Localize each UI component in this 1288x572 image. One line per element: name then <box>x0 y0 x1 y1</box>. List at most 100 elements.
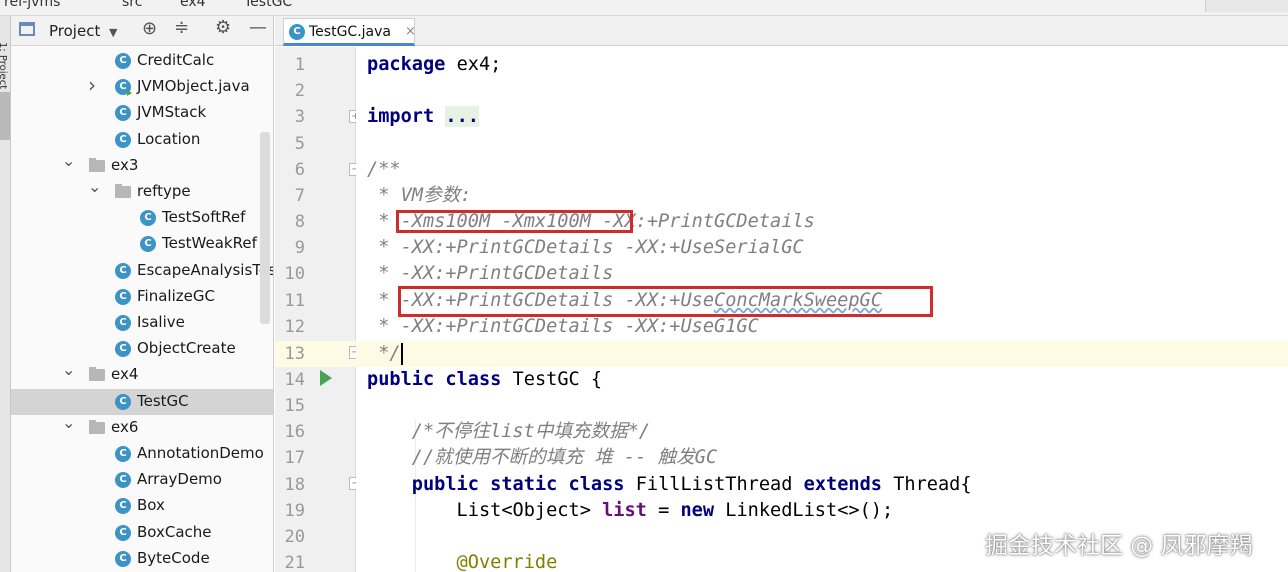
tab-label: TestGC.java <box>309 24 391 40</box>
line-number: 21 <box>284 553 305 572</box>
chevron-down-icon[interactable]: ⌄ <box>62 151 75 170</box>
tree-item[interactable]: C Box <box>11 493 273 519</box>
line-number: 14 <box>284 370 305 390</box>
code-line-1: package ex4; <box>367 54 502 75</box>
chevron-down-icon[interactable]: ▼ <box>109 24 117 42</box>
tree-item-label: ArrayDemo <box>137 470 222 489</box>
tree-item-label: BoxCache <box>137 522 212 541</box>
tree-item[interactable]: C AnnotationDemo <box>11 441 273 467</box>
tree-item-label: ByteCode <box>137 548 210 567</box>
tree-item-label: TestSoftRef <box>162 208 246 227</box>
java-class-icon: C <box>115 262 131 279</box>
tree-item[interactable]: ⌄ ex3 <box>11 151 273 179</box>
highlight-box-cms-flags <box>398 286 933 317</box>
tree-item-label: FinalizeGC <box>137 286 215 305</box>
line-number: 19 <box>284 501 305 521</box>
chevron-down-icon[interactable]: ⌄ <box>88 177 101 196</box>
breadcrumb-file[interactable]: TestGC <box>244 0 292 10</box>
project-scrollbar[interactable] <box>260 132 270 324</box>
package-folder-icon <box>89 367 105 382</box>
code-line-7: * VM参数: <box>367 185 472 206</box>
line-number: 13 <box>284 344 305 364</box>
tree-item[interactable]: C Location <box>11 127 273 153</box>
watermark-text: 掘金技术社区 @ 凤邪摩羯 <box>985 533 1253 559</box>
project-tool-label[interactable]: 1: Project <box>0 42 8 89</box>
code-line-13: */ <box>367 342 403 365</box>
code-line-3: import ... <box>367 106 479 127</box>
editor-gutter: 12356789101112131415161718192021 + − − − <box>275 47 362 572</box>
code-line-6: /** <box>367 159 401 180</box>
tree-item[interactable]: ⌄ reftype <box>11 177 273 205</box>
tool-strip-scrollbar[interactable] <box>0 92 10 140</box>
java-class-icon: C <box>115 105 131 122</box>
caret-line-highlight <box>356 341 1288 367</box>
chevron-right-icon[interactable]: › <box>88 73 96 97</box>
chevron-down-icon[interactable]: ⌄ <box>62 413 75 432</box>
code-line-12: * -XX:+PrintGCDetails -XX:+UseG1GC <box>367 316 759 337</box>
java-class-icon: C <box>115 341 131 358</box>
tree-item[interactable]: ⌄ ex6 <box>11 413 273 441</box>
tree-item[interactable]: C BoxCache <box>11 520 273 546</box>
tree-item[interactable]: C CreditCalc <box>11 48 273 74</box>
navigation-breadcrumb: ref-jvms src ex4 TestGC <box>0 0 1288 16</box>
breadcrumb-project[interactable]: ref-jvms <box>4 0 60 10</box>
tree-item-label: AnnotationDemo <box>137 444 264 462</box>
tree-item[interactable]: › C JVMObject.java <box>11 73 273 100</box>
java-class-icon: C <box>115 524 131 541</box>
chevron-down-icon[interactable]: ⌄ <box>62 360 75 379</box>
line-number: 3 <box>294 107 305 127</box>
code-line-14: public class TestGC { <box>367 369 603 390</box>
close-icon[interactable]: × <box>405 24 416 39</box>
folded-imports[interactable]: ... <box>445 106 479 127</box>
tree-item[interactable]: C TestGC <box>11 388 273 415</box>
code-line-18: public static class FillListThread exten… <box>367 474 972 495</box>
java-class-icon: C <box>115 393 131 410</box>
top-right-tool-button[interactable] <box>1205 0 1288 12</box>
tree-item-label: CreditCalc <box>137 51 215 69</box>
line-number: 9 <box>294 238 305 258</box>
line-number: 6 <box>294 160 305 180</box>
tree-item[interactable]: C Isalive <box>11 310 273 336</box>
tree-item[interactable]: C EscapeAnalysisTest <box>11 258 273 284</box>
breadcrumb-src[interactable]: src <box>122 0 142 10</box>
line-number: 15 <box>284 396 305 416</box>
tab-testgc[interactable]: C TestGC.java × <box>283 18 416 46</box>
line-number: 10 <box>284 264 305 284</box>
line-number: 18 <box>284 475 305 495</box>
tree-item[interactable]: C TestWeakRef <box>11 231 273 257</box>
tree-item[interactable]: C TestSoftRef <box>11 205 273 231</box>
package-folder-icon <box>89 419 105 434</box>
tree-item[interactable]: C ByteCode <box>11 546 273 572</box>
locate-icon[interactable]: ⊕ <box>142 20 157 38</box>
run-icon[interactable] <box>320 370 332 386</box>
tree-item-label: ObjectCreate <box>137 339 236 358</box>
tree-item[interactable]: C ArrayDemo <box>11 467 273 493</box>
breadcrumb-package[interactable]: ex4 <box>180 0 206 10</box>
java-class-icon: C <box>115 472 131 489</box>
collapse-all-icon[interactable]: ≑ <box>174 19 189 37</box>
line-number: 7 <box>294 186 305 206</box>
tree-item-label: TestGC <box>137 391 189 410</box>
code-editor[interactable]: package ex4; import ... /** * VM参数: * -X… <box>356 47 1288 572</box>
tree-item[interactable]: C ObjectCreate <box>11 336 273 362</box>
editor-tab-bar: C TestGC.java × <box>275 16 1288 46</box>
java-class-icon: C <box>115 498 131 515</box>
line-number: 5 <box>294 134 305 154</box>
highlight-box-heap-flags <box>396 210 633 233</box>
code-line-17: //就使用不断的填充 堆 -- 触发GC <box>367 447 718 468</box>
code-line-10: * -XX:+PrintGCDetails <box>367 263 614 284</box>
text-caret <box>400 342 403 365</box>
line-number: 8 <box>294 212 305 232</box>
tree-item-label: TestWeakRef <box>162 234 257 253</box>
tree-item[interactable]: C JVMStack <box>11 100 273 126</box>
minimize-icon[interactable]: — <box>249 19 267 37</box>
package-folder-icon <box>115 184 131 198</box>
line-number: 12 <box>284 317 305 337</box>
tree-item-label: Box <box>137 496 165 515</box>
tree-item[interactable]: C FinalizeGC <box>11 284 273 310</box>
tree-item[interactable]: ⌄ ex4 <box>11 360 273 388</box>
java-class-icon: C <box>115 288 131 305</box>
gear-icon[interactable]: ⚙ <box>215 19 231 37</box>
project-panel-title[interactable]: Project <box>49 22 100 40</box>
code-line-21: @Override <box>367 552 558 572</box>
